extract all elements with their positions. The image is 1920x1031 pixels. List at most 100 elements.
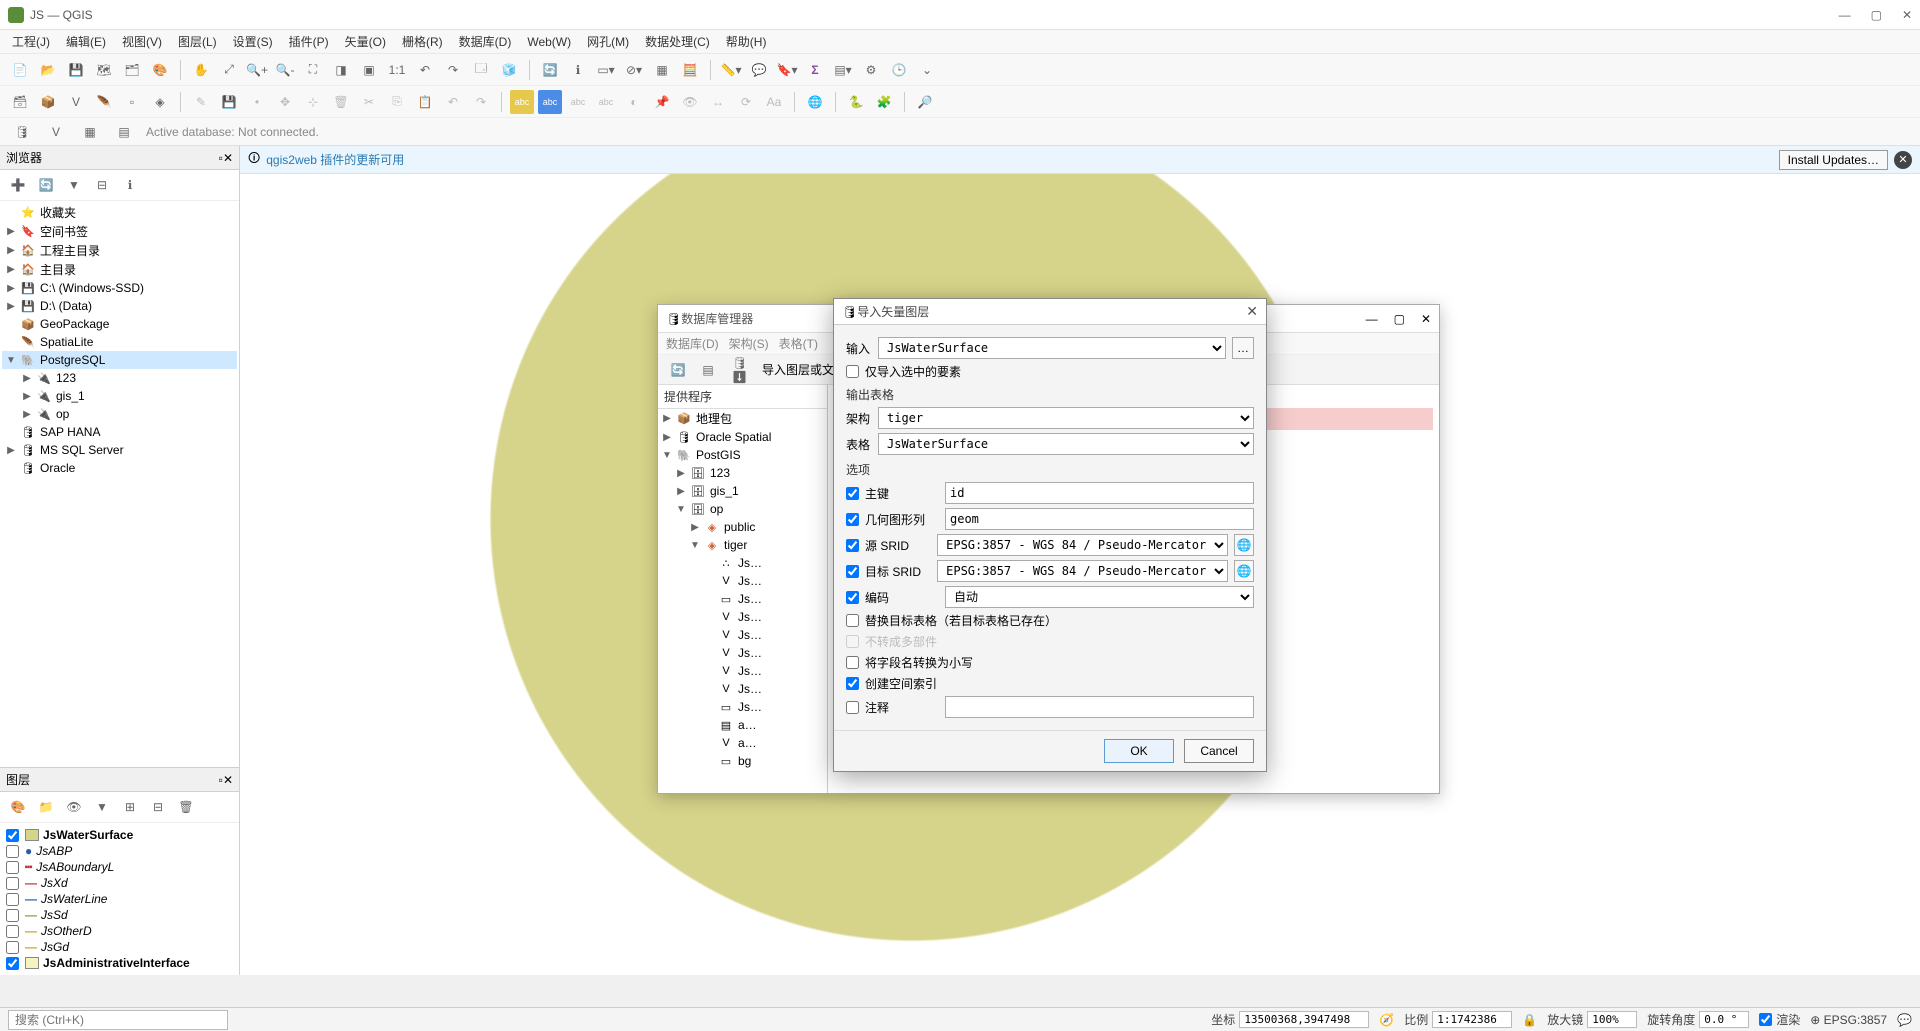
geom-column-checkbox[interactable] xyxy=(846,513,859,526)
browser-item[interactable]: 🪶SpatiaLite xyxy=(2,333,237,351)
browser-item[interactable]: ▶💾D:\ (Data) xyxy=(2,297,237,315)
menu-vector[interactable]: 矢量(O) xyxy=(339,31,392,52)
source-srid-select[interactable]: EPSG:3857 - WGS 84 / Pseudo-Mercator xyxy=(937,534,1228,556)
comment-input[interactable] xyxy=(945,696,1254,718)
filter-legend-icon[interactable]: ▼ xyxy=(90,795,114,819)
encoding-select[interactable]: 自动 xyxy=(945,586,1254,608)
qgis2web-icon[interactable]: 🌐 xyxy=(803,90,827,114)
layer-item[interactable]: —JsWaterLine xyxy=(4,891,235,907)
menu-settings[interactable]: 设置(S) xyxy=(227,31,279,52)
open-attribute-table-icon[interactable]: ▦ xyxy=(650,58,674,82)
close-panel-icon[interactable]: ✕ xyxy=(223,773,233,787)
menu-web[interactable]: Web(W) xyxy=(521,33,577,51)
minimize-button[interactable]: — xyxy=(1366,312,1378,326)
move-label-icon[interactable]: ↔ xyxy=(706,90,730,114)
input-layer-select[interactable]: JsWaterSurface xyxy=(878,337,1226,359)
dbmgr-menu-schema[interactable]: 架构(S) xyxy=(729,335,769,352)
zoom-in-icon[interactable]: 🔍+ xyxy=(245,58,269,82)
browser-item[interactable]: ⭐收藏夹 xyxy=(2,203,237,222)
db-tree-item[interactable]: VJs… xyxy=(658,680,827,698)
db-tree-item[interactable]: ▼🗄op xyxy=(658,500,827,518)
db-tree-item[interactable]: VJs… xyxy=(658,626,827,644)
copy-features-icon[interactable]: ⎘ xyxy=(385,90,409,114)
map-tips-icon[interactable]: 💬 xyxy=(747,58,771,82)
select-features-icon[interactable]: ▭▾ xyxy=(594,58,618,82)
db-tree-item[interactable]: ▭bg xyxy=(658,752,827,770)
magnifier-input[interactable] xyxy=(1587,1011,1637,1028)
expand-all-icon[interactable]: ⊞ xyxy=(118,795,142,819)
layer-item[interactable]: JsWaterSurface xyxy=(4,827,235,843)
install-updates-button[interactable]: Install Updates… xyxy=(1779,150,1888,170)
menu-plugins[interactable]: 插件(P) xyxy=(283,31,335,52)
table-select[interactable]: JsWaterSurface xyxy=(878,433,1254,455)
minimize-button[interactable]: — xyxy=(1839,8,1851,22)
vector-filter-icon[interactable]: V xyxy=(44,120,68,144)
zoom-selection-icon[interactable]: ◨ xyxy=(329,58,353,82)
collapse-all-icon[interactable]: ⊟ xyxy=(146,795,170,819)
sql-window-icon[interactable]: ▤ xyxy=(112,120,136,144)
close-panel-icon[interactable]: ✕ xyxy=(223,151,233,165)
label-tool-icon[interactable]: abc xyxy=(566,90,590,114)
filter-browser-icon[interactable]: ▼ xyxy=(62,173,86,197)
layer-item[interactable]: ●JsABP xyxy=(4,843,235,859)
metasearch-icon[interactable]: 🔎 xyxy=(913,90,937,114)
field-calculator-icon[interactable]: 🧮 xyxy=(678,58,702,82)
menu-edit[interactable]: 编辑(E) xyxy=(60,31,112,52)
layer-item[interactable]: ┅JsABoundaryL xyxy=(4,859,235,875)
dbmgr-menu-database[interactable]: 数据库(D) xyxy=(666,335,719,352)
browser-item[interactable]: ▼🐘PostgreSQL xyxy=(2,351,237,369)
menu-mesh[interactable]: 网孔(M) xyxy=(581,31,635,52)
delete-selected-icon[interactable]: 🗑 xyxy=(329,90,353,114)
db-tree-item[interactable]: ▶🗄123 xyxy=(658,464,827,482)
sql-window-icon[interactable]: ▤ xyxy=(696,358,720,382)
refresh-icon[interactable]: 🔄 xyxy=(538,58,562,82)
undo-icon[interactable]: ↶ xyxy=(441,90,465,114)
layer-item[interactable]: —JsOtherD xyxy=(4,923,235,939)
browser-item[interactable]: ▶🏠工程主目录 xyxy=(2,241,237,260)
new-map-view-icon[interactable]: 🗔 xyxy=(469,58,493,82)
new-print-layout-icon[interactable]: 🗺 xyxy=(92,58,116,82)
rotation-input[interactable] xyxy=(1699,1011,1749,1028)
maximize-button[interactable]: ▢ xyxy=(1871,8,1882,22)
db-tree-item[interactable]: ▼🐘PostGIS xyxy=(658,446,827,464)
lowercase-checkbox[interactable] xyxy=(846,656,859,669)
style-manager-icon[interactable]: 🎨 xyxy=(148,58,172,82)
save-edits-icon[interactable]: 💾 xyxy=(217,90,241,114)
browser-item[interactable]: 🛢Oracle xyxy=(2,459,237,477)
db-tree-item[interactable]: ∴Js… xyxy=(658,554,827,572)
map-canvas[interactable]: 🛈 qgis2web 插件的更新可用 Install Updates… ✕ 🛢 … xyxy=(240,146,1920,975)
schema-select[interactable]: tiger xyxy=(878,407,1254,429)
deselect-icon[interactable]: ⊘▾ xyxy=(622,58,646,82)
open-project-icon[interactable]: 📂 xyxy=(36,58,60,82)
db-tree-item[interactable]: VJs… xyxy=(658,644,827,662)
menu-view[interactable]: 视图(V) xyxy=(116,31,168,52)
refresh-icon[interactable]: 🔄 xyxy=(666,358,690,382)
close-button[interactable]: ✕ xyxy=(1902,8,1912,22)
layer-item[interactable]: —JsXd xyxy=(4,875,235,891)
change-label-icon[interactable]: Aa xyxy=(762,90,786,114)
menu-help[interactable]: 帮助(H) xyxy=(720,31,773,52)
import-layer-icon[interactable]: 🛢⬇ xyxy=(732,358,756,382)
primary-key-input[interactable] xyxy=(945,482,1254,504)
db-tree-item[interactable]: ▤a… xyxy=(658,716,827,734)
text-annotation-icon[interactable]: 🔖▾ xyxy=(775,58,799,82)
browser-item[interactable]: ▶🔌op xyxy=(2,405,237,423)
raster-filter-icon[interactable]: ▦ xyxy=(78,120,102,144)
render-checkbox[interactable] xyxy=(1759,1013,1772,1026)
comment-checkbox[interactable] xyxy=(846,701,859,714)
browser-item[interactable]: ▶💾C:\ (Windows-SSD) xyxy=(2,279,237,297)
diagram-icon[interactable]: ◐ xyxy=(622,90,646,114)
add-feature-icon[interactable]: • xyxy=(245,90,269,114)
geom-column-input[interactable] xyxy=(945,508,1254,530)
layer-item[interactable]: —JsSd xyxy=(4,907,235,923)
locator-search-input[interactable] xyxy=(8,1010,228,1030)
extents-icon[interactable]: 🧭 xyxy=(1379,1013,1394,1027)
layer-styling-icon[interactable]: 🎨 xyxy=(6,795,30,819)
save-project-icon[interactable]: 💾 xyxy=(64,58,88,82)
data-source-manager-icon[interactable]: 🗃 xyxy=(8,90,32,114)
db-providers-tree[interactable]: ▶📦地理包▶🛢Oracle Spatial▼🐘PostGIS▶🗄123▶🗄gis… xyxy=(658,409,827,770)
menu-project[interactable]: 工程(J) xyxy=(6,31,56,52)
maximize-button[interactable]: ▢ xyxy=(1394,312,1405,326)
replace-table-checkbox[interactable] xyxy=(846,614,859,627)
db-tree-item[interactable]: ▶🛢Oracle Spatial xyxy=(658,428,827,446)
